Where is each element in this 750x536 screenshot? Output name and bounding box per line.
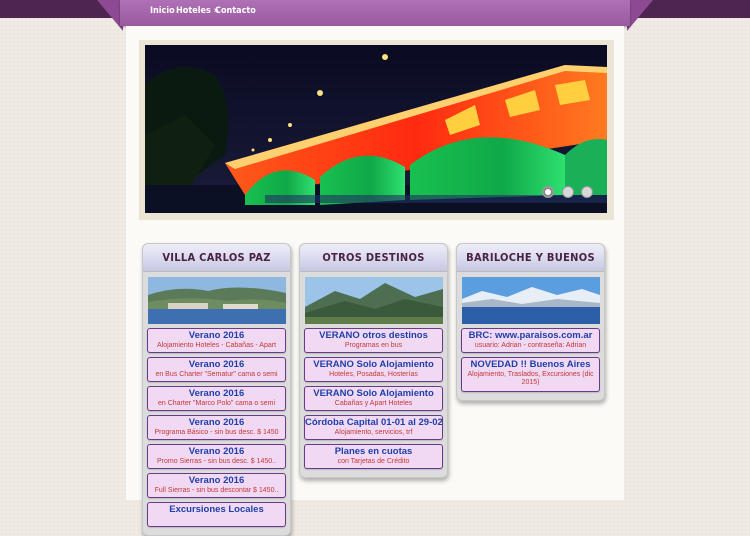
list-item-verano-full-sierras[interactable]: Verano 2016 Full Sierras - sin bus desco…	[147, 473, 286, 498]
list-item-verano-marco-polo[interactable]: Verano 2016 en Charter "Marco Polo" cama…	[147, 386, 286, 411]
nav-hoteles[interactable]: Hoteles »	[176, 6, 219, 16]
list-item-planes-cuotas[interactable]: Planes en cuotas con Tarjetas de Crédito	[304, 444, 443, 469]
item-title: Verano 2016	[188, 359, 245, 370]
item-subtitle: en Charter "Marco Polo" cama o semi	[157, 400, 275, 407]
slider-dot-3[interactable]	[581, 186, 593, 198]
slider-image-bridge-night	[145, 45, 607, 213]
list-item-verano-alojamiento[interactable]: Verano 2016 Alojamiento Hoteles - Cabaña…	[147, 328, 286, 353]
nav-contacto[interactable]: Contacto	[215, 6, 256, 16]
villa-carlos-paz-photo	[147, 277, 286, 324]
item-subtitle: Alojamiento, servicios, trf	[334, 429, 413, 436]
item-title: NOVEDAD !! Buenos Aires	[470, 359, 591, 370]
item-subtitle: usuario: Adrian - contraseña: Adrian	[474, 342, 587, 349]
item-subtitle: Promo Sierras - sin bus desc. $ 1450..	[156, 458, 277, 465]
item-title: Planes en cuotas	[334, 446, 413, 457]
slider-dot-1[interactable]	[542, 186, 555, 198]
item-title: Verano 2016	[188, 330, 245, 341]
slider-dots	[539, 185, 593, 203]
panel-villa-carlos-paz: Villa Carlos Paz Verano 2016 Alojamiento…	[142, 243, 291, 536]
slider-dot-2[interactable]	[561, 186, 574, 198]
panel-otros-destinos: Otros Destinos Serranos VERANO otros des…	[299, 243, 448, 478]
item-title: BRC: www.paraisos.com.ar	[468, 330, 593, 341]
list-item-verano-otros-destinos[interactable]: VERANO otros destinos Programas en bus	[304, 328, 443, 353]
item-title: Verano 2016	[188, 446, 245, 457]
item-title: Verano 2016	[188, 475, 245, 486]
panel-title: Villa Carlos Paz	[162, 251, 271, 264]
bariloche-photo	[461, 277, 600, 324]
list-item-verano-basico[interactable]: Verano 2016 Programa Básico - sin bus de…	[147, 415, 286, 440]
item-subtitle: Hoteles, Posadas, Hosterías	[329, 371, 418, 378]
item-subtitle: con Tarjetas de Crédito	[337, 458, 410, 465]
panel-header: Otros Destinos Serranos	[300, 244, 447, 291]
list-item-excursiones-locales[interactable]: Excursiones Locales	[147, 502, 286, 527]
item-subtitle: Alojamiento, Traslados, Excursiones (dic…	[467, 371, 594, 386]
list-item-verano-sematur[interactable]: Verano 2016 en Bus Charter "Sematur" cam…	[147, 357, 286, 382]
bridge-night-photo	[145, 45, 607, 213]
item-title: VERANO Solo Alojamiento	[313, 388, 434, 399]
list-item-brc-paraisos[interactable]: BRC: www.paraisos.com.ar usuario: Adrian…	[461, 328, 600, 353]
item-title: Verano 2016	[188, 417, 245, 428]
item-title: VERANO Solo Alojamiento	[313, 359, 434, 370]
item-subtitle: Programas en bus	[344, 342, 403, 349]
list-item-solo-alojamiento-cabanas[interactable]: VERANO Solo Alojamiento Cabañas y Apart …	[304, 386, 443, 411]
item-subtitle: en Bus Charter "Sematur" cama o semi	[155, 371, 278, 378]
list-item-verano-promo-sierras[interactable]: Verano 2016 Promo Sierras - sin bus desc…	[147, 444, 286, 469]
item-title: Córdoba Capital 01-01 al 29-02	[305, 417, 443, 428]
item-subtitle: Alojamiento Hoteles - Cabañas - Apart	[156, 342, 277, 349]
item-title: Excursiones Locales	[169, 504, 264, 515]
item-subtitle: Programa Básico - sin bus desc. $ 1450	[154, 429, 279, 436]
item-title: Verano 2016	[188, 388, 245, 399]
list-item-cordoba-capital[interactable]: Córdoba Capital 01-01 al 29-02 Alojamien…	[304, 415, 443, 440]
item-subtitle: Cabañas y Apart Hoteles	[334, 400, 413, 407]
main-nav: Inicio Hoteles » Contacto	[120, 0, 630, 26]
item-title: VERANO otros destinos	[319, 330, 428, 341]
list-item-solo-alojamiento-hoteles[interactable]: VERANO Solo Alojamiento Hoteles, Posadas…	[304, 357, 443, 382]
list-item-novedad-buenos-aires[interactable]: NOVEDAD !! Buenos Aires Alojamiento, Tra…	[461, 357, 600, 392]
nav-inicio[interactable]: Inicio	[150, 6, 175, 16]
panel-bariloche-buenos-aires: Bariloche y Buenos Aires BRC: www.parais…	[456, 243, 605, 401]
item-subtitle: Full Sierras - sin bus descontar $ 1450.…	[154, 487, 279, 494]
sierras-photo	[304, 277, 443, 324]
panel-header: Bariloche y Buenos Aires	[457, 244, 604, 291]
panel-header: Villa Carlos Paz	[143, 244, 290, 272]
ribbon-tail-right	[627, 0, 653, 31]
